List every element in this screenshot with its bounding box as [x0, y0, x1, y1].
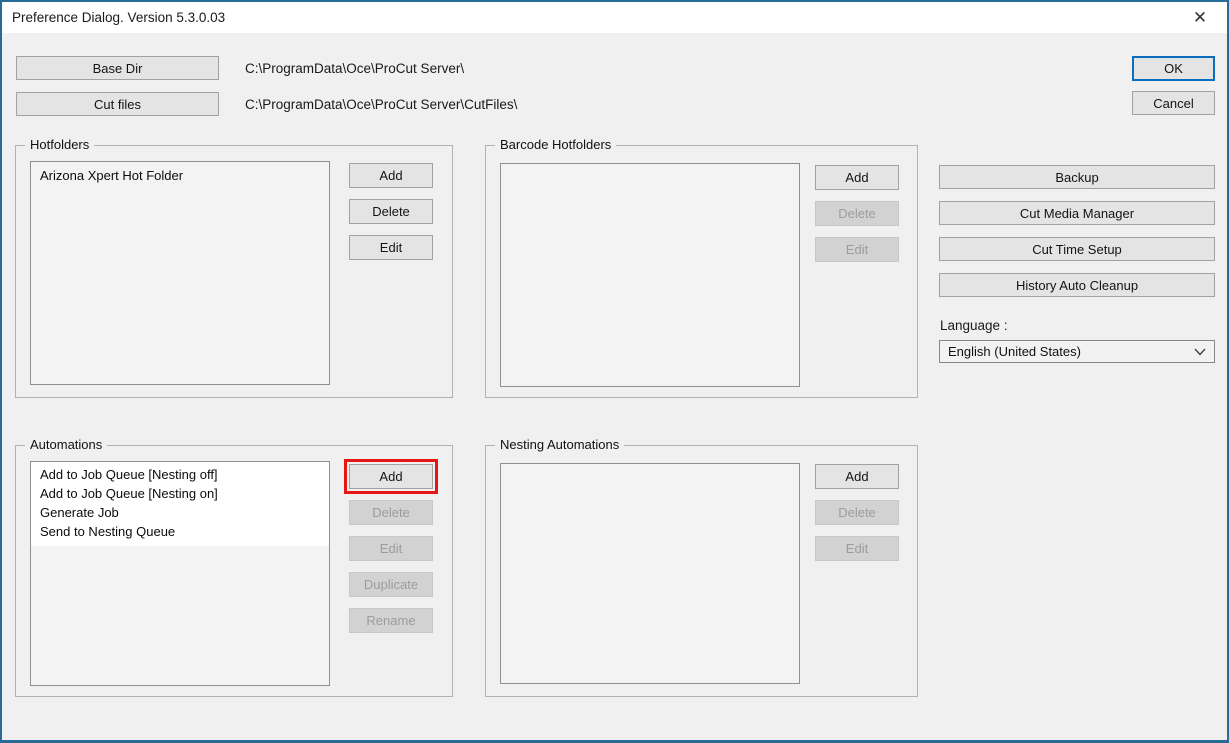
cut-time-setup-button[interactable]: Cut Time Setup: [939, 237, 1215, 261]
group-nesting-automations: Nesting Automations Add Delete Edit: [485, 445, 918, 697]
group-barcode-hotfolders-title: Barcode Hotfolders: [495, 137, 616, 152]
language-select[interactable]: English (United States): [939, 340, 1215, 363]
group-hotfolders-title: Hotfolders: [25, 137, 94, 152]
automations-delete-button: Delete: [349, 500, 433, 525]
list-item[interactable]: Generate Job: [31, 503, 329, 522]
cut-files-button[interactable]: Cut files: [16, 92, 219, 116]
barcode-delete-button: Delete: [815, 201, 899, 226]
group-automations: Automations Add to Job Queue [Nesting of…: [15, 445, 453, 697]
hotfolders-edit-button[interactable]: Edit: [349, 235, 433, 260]
base-dir-button[interactable]: Base Dir: [16, 56, 219, 80]
chevron-down-icon: [1194, 348, 1206, 356]
hotfolders-add-button[interactable]: Add: [349, 163, 433, 188]
group-nesting-automations-title: Nesting Automations: [495, 437, 624, 452]
close-icon[interactable]: ✕: [1181, 2, 1219, 33]
titlebar: Preference Dialog. Version 5.3.0.03: [2, 2, 1227, 33]
list-item[interactable]: Arizona Xpert Hot Folder: [31, 166, 329, 185]
cut-files-path: C:\ProgramData\Oce\ProCut Server\CutFile…: [245, 97, 517, 112]
hotfolders-delete-button[interactable]: Delete: [349, 199, 433, 224]
base-dir-path: C:\ProgramData\Oce\ProCut Server\: [245, 61, 464, 76]
barcode-hotfolders-list[interactable]: [500, 163, 800, 387]
hotfolders-list[interactable]: Arizona Xpert Hot Folder: [30, 161, 330, 385]
group-automations-title: Automations: [25, 437, 107, 452]
backup-button[interactable]: Backup: [939, 165, 1215, 189]
language-label: Language :: [940, 318, 1008, 333]
group-barcode-hotfolders: Barcode Hotfolders Add Delete Edit: [485, 145, 918, 398]
nesting-automations-list[interactable]: [500, 463, 800, 684]
list-item[interactable]: Add to Job Queue [Nesting on]: [31, 484, 329, 503]
automations-list-items: Add to Job Queue [Nesting off] Add to Jo…: [31, 462, 329, 546]
list-item[interactable]: Send to Nesting Queue: [31, 522, 329, 541]
automations-add-button[interactable]: Add: [349, 464, 433, 489]
barcode-add-button[interactable]: Add: [815, 165, 899, 190]
automations-edit-button: Edit: [349, 536, 433, 561]
cut-media-manager-button[interactable]: Cut Media Manager: [939, 201, 1215, 225]
group-hotfolders: Hotfolders Arizona Xpert Hot Folder Add …: [15, 145, 453, 398]
automations-duplicate-button: Duplicate: [349, 572, 433, 597]
automations-list[interactable]: Add to Job Queue [Nesting off] Add to Jo…: [30, 461, 330, 686]
nesting-edit-button: Edit: [815, 536, 899, 561]
preference-dialog-window: Preference Dialog. Version 5.3.0.03 ✕ Ba…: [0, 0, 1229, 743]
barcode-edit-button: Edit: [815, 237, 899, 262]
language-selected-value: English (United States): [948, 344, 1081, 359]
list-item[interactable]: Add to Job Queue [Nesting off]: [31, 465, 329, 484]
nesting-add-button[interactable]: Add: [815, 464, 899, 489]
cancel-button[interactable]: Cancel: [1132, 91, 1215, 115]
ok-button[interactable]: OK: [1132, 56, 1215, 81]
automations-rename-button: Rename: [349, 608, 433, 633]
history-auto-cleanup-button[interactable]: History Auto Cleanup: [939, 273, 1215, 297]
nesting-delete-button: Delete: [815, 500, 899, 525]
window-title: Preference Dialog. Version 5.3.0.03: [12, 10, 225, 25]
